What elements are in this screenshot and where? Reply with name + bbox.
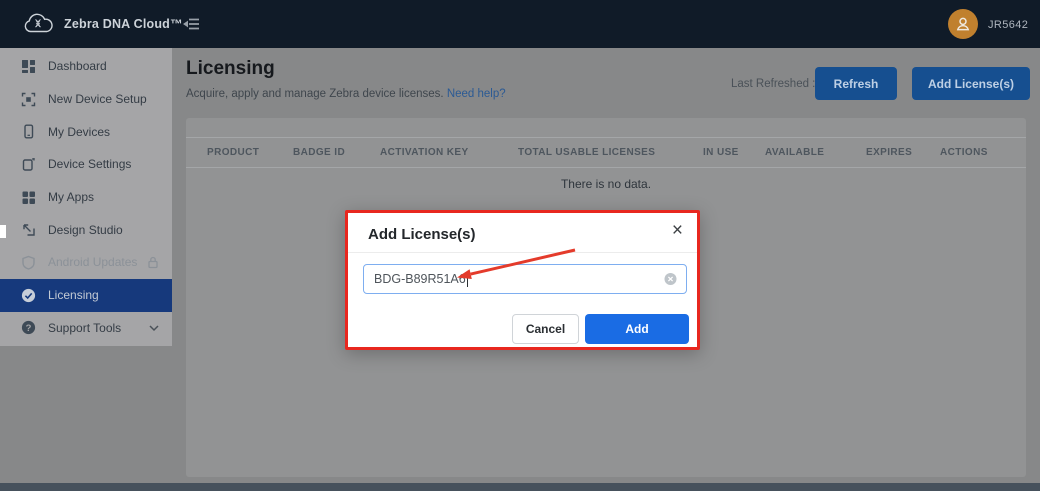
add-licenses-modal annotation-highlight-box: Add License(s) × BDG-B89R51A6 Cancel Add xyxy=(345,210,700,350)
top-header: Zebra DNA Cloud™ JR5642 xyxy=(0,0,1040,48)
app-title: Zebra DNA Cloud™ xyxy=(64,17,183,31)
modal-divider xyxy=(348,252,697,253)
user-id-label: JR5642 xyxy=(988,19,1028,31)
cancel-button[interactable]: Cancel xyxy=(512,314,579,344)
screen-edge-artifact xyxy=(0,225,6,238)
text-cursor xyxy=(467,272,468,287)
clear-input-icon[interactable] xyxy=(664,273,677,286)
person-icon xyxy=(954,15,972,33)
modal-title: Add License(s) xyxy=(368,226,476,243)
add-button[interactable]: Add xyxy=(585,314,689,344)
collapse-menu-icon[interactable] xyxy=(182,17,201,36)
zebra-cloud-dna-logo-icon xyxy=(20,12,56,42)
license-key-input-value: BDG-B89R51A6 xyxy=(374,272,466,286)
license-key-input[interactable]: BDG-B89R51A6 xyxy=(363,264,687,294)
app-window: Zebra DNA Cloud™ JR5642 Dashboard xyxy=(0,0,1040,491)
close-icon[interactable]: × xyxy=(672,221,683,240)
user-avatar[interactable] xyxy=(948,9,978,39)
